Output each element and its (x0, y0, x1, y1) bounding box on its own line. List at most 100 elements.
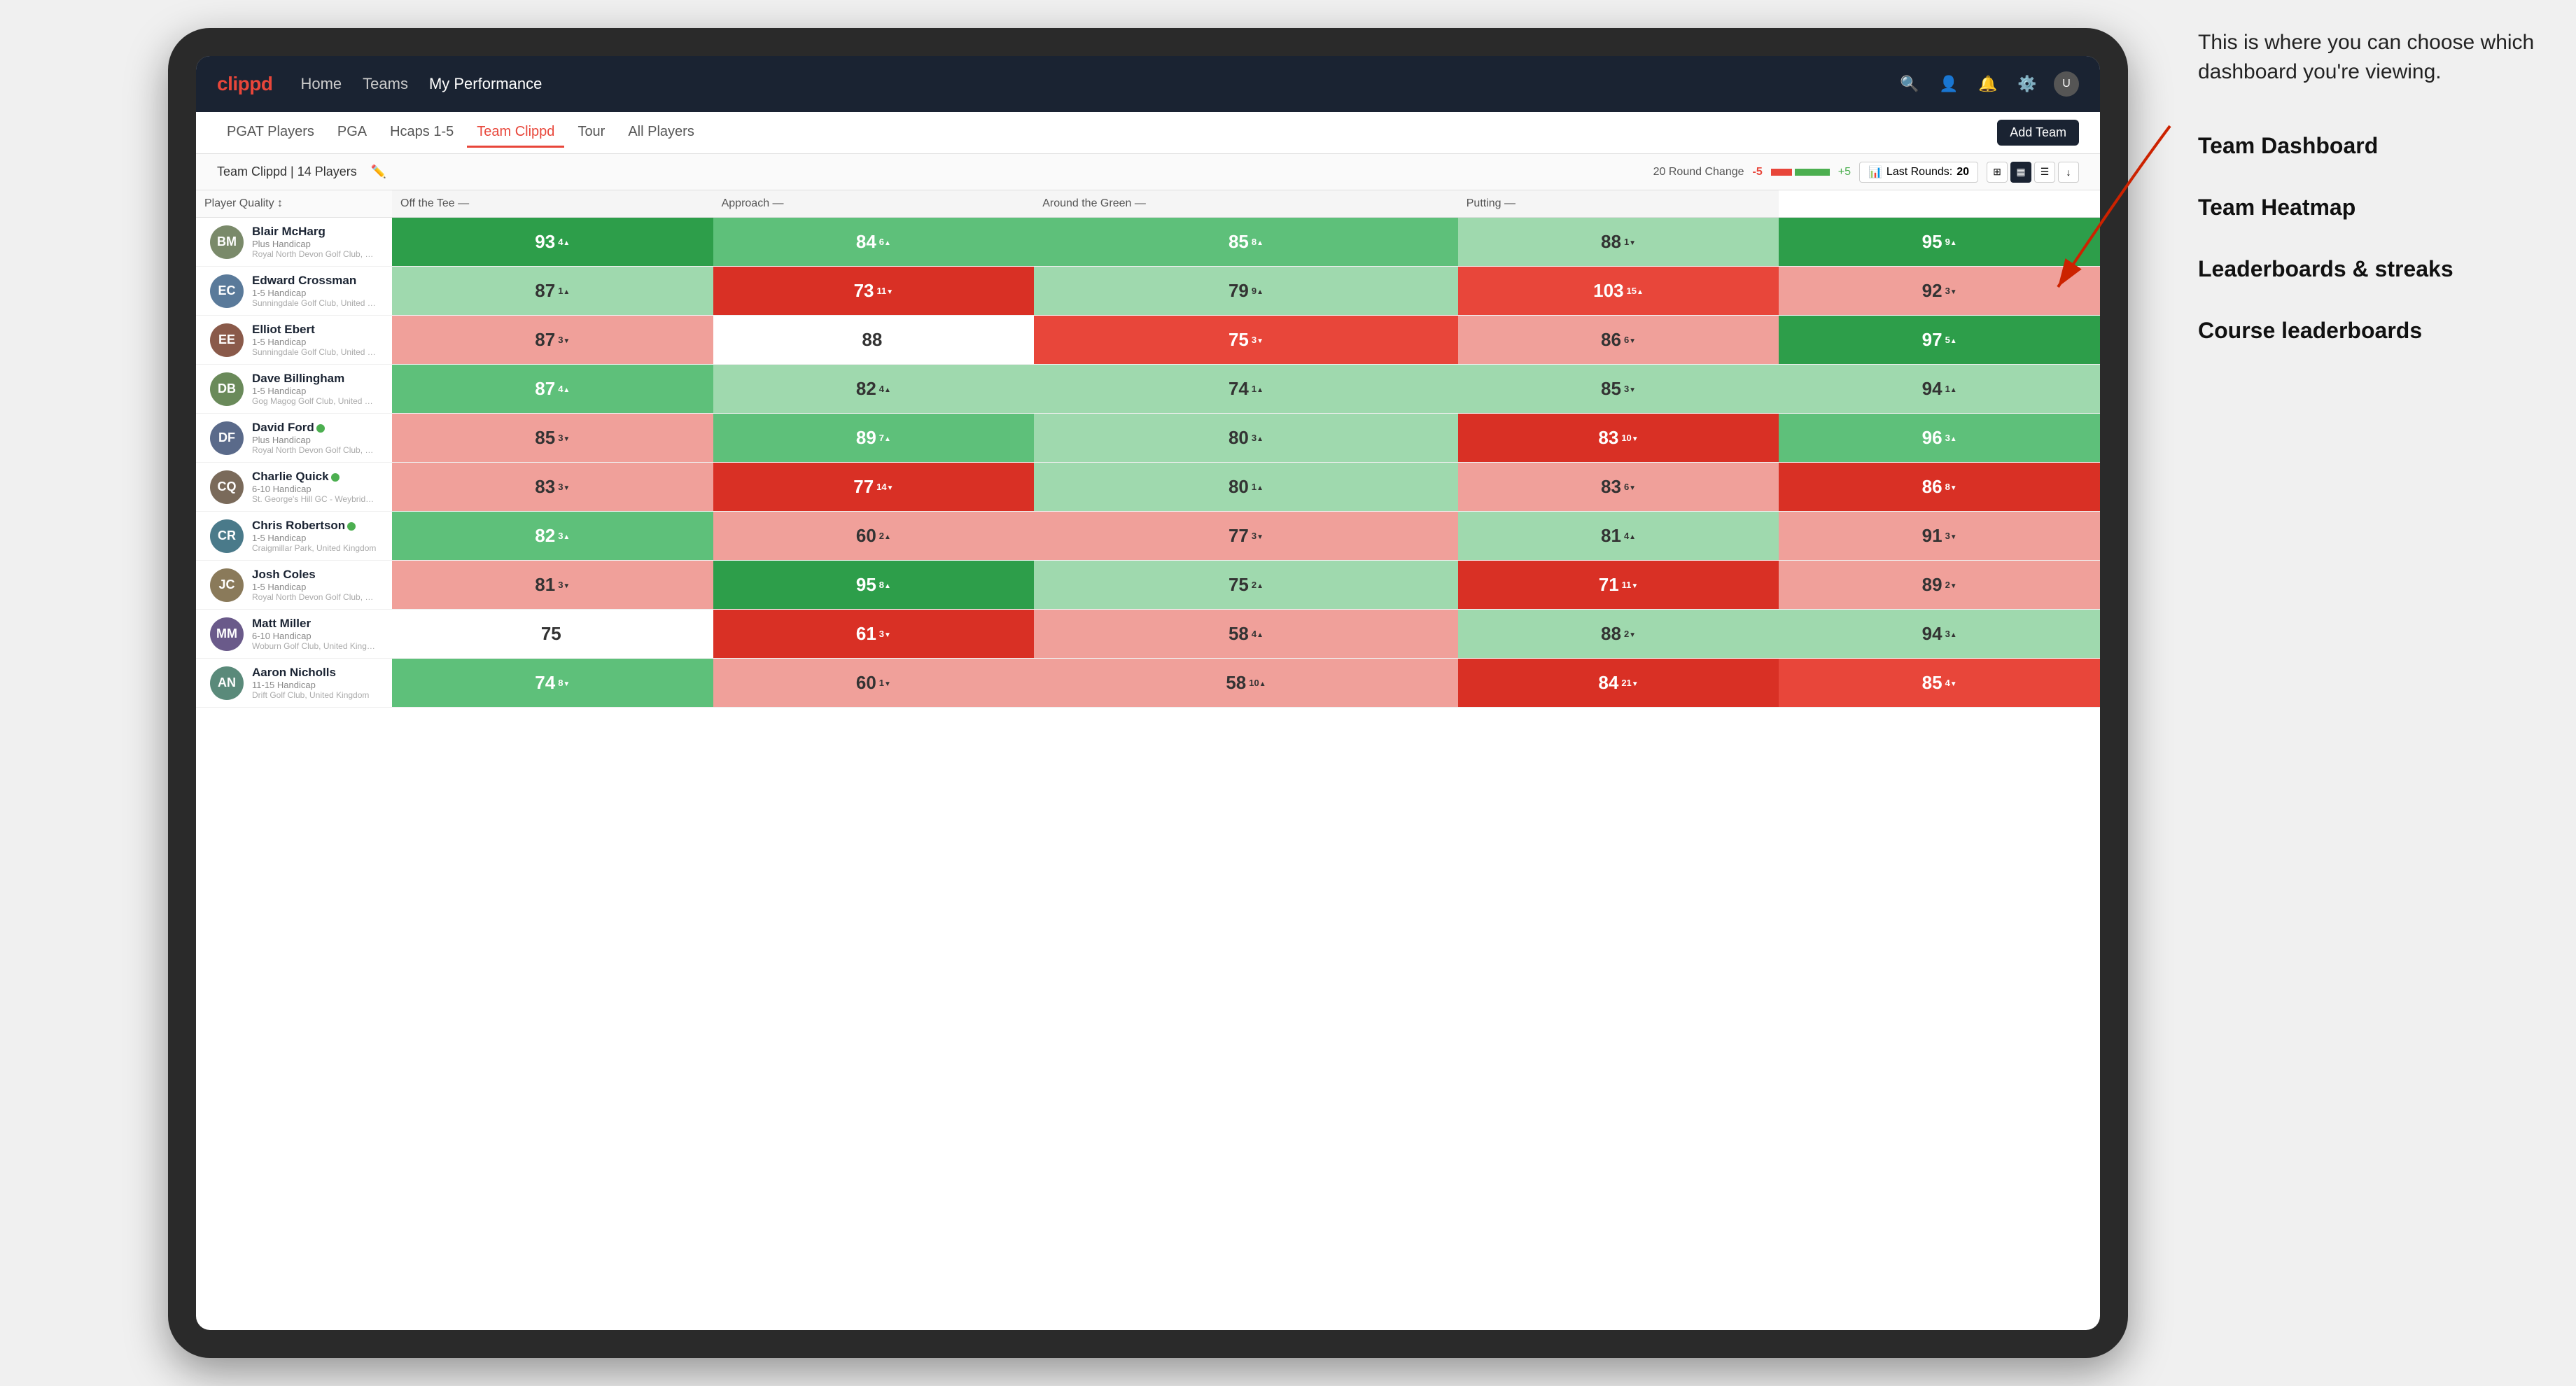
subnav-links: PGAT Players PGA Hcaps 1-5 Team Clippd T… (217, 118, 1997, 148)
table-body: BM Blair McHarg Plus Handicap Royal Nort… (196, 218, 2100, 708)
table-row: DF David Ford Plus Handicap Royal North … (196, 414, 2100, 463)
score-cell-off_tee: 84 6▲ (713, 218, 1035, 267)
player-cell[interactable]: MM Matt Miller 6-10 Handicap Woburn Golf… (196, 610, 392, 659)
col-around-green: Around the Green — (1034, 190, 1458, 218)
player-cell[interactable]: CR Chris Robertson 1-5 Handicap Craigmil… (196, 512, 392, 561)
score-cell-player_quality: 83 3▼ (392, 463, 713, 512)
col-approach: Approach — (713, 190, 1035, 218)
score-cell-player_quality: 75 (392, 610, 713, 659)
change-neg: -5 (1753, 166, 1763, 178)
score-cell-putting: 86 8▼ (1779, 463, 2100, 512)
score-cell-approach: 80 3▲ (1034, 414, 1458, 463)
score-cell-approach: 58 4▲ (1034, 610, 1458, 659)
col-off-tee: Off the Tee — (392, 190, 713, 218)
green-bar (1795, 169, 1830, 176)
player-cell[interactable]: AN Aaron Nicholls 11-15 Handicap Drift G… (196, 659, 392, 708)
player-table-container: Player Quality ↕ Off the Tee — Approach … (196, 190, 2100, 1330)
score-cell-approach: 85 8▲ (1034, 218, 1458, 267)
score-cell-putting: 92 3▼ (1779, 267, 2100, 316)
annotation-item-1: Team Dashboard (2198, 129, 2562, 162)
score-cell-off_tee: 60 2▲ (713, 512, 1035, 561)
player-cell[interactable]: EC Edward Crossman 1-5 Handicap Sunningd… (196, 267, 392, 316)
player-cell[interactable]: JC Josh Coles 1-5 Handicap Royal North D… (196, 561, 392, 610)
edit-team-icon[interactable]: ✏️ (371, 164, 386, 179)
settings-icon[interactable]: ⚙️ (2015, 71, 2040, 97)
bell-icon[interactable]: 🔔 (1975, 71, 2001, 97)
score-cell-around_green: 88 2▼ (1458, 610, 1779, 659)
subnav-all-players[interactable]: All Players (618, 118, 704, 148)
subnav-hcaps[interactable]: Hcaps 1-5 (380, 118, 463, 148)
annotation-item-2: Team Heatmap (2198, 190, 2562, 224)
table-header-row: Player Quality ↕ Off the Tee — Approach … (196, 190, 2100, 218)
score-cell-approach: 75 2▲ (1034, 561, 1458, 610)
tablet-screen: clippd Home Teams My Performance 🔍 👤 🔔 ⚙… (196, 56, 2100, 1330)
nav-home[interactable]: Home (300, 71, 342, 97)
subnav-tour[interactable]: Tour (568, 118, 615, 148)
score-cell-approach: 77 3▼ (1034, 512, 1458, 561)
person-icon[interactable]: 👤 (1936, 71, 1961, 97)
score-cell-player_quality: 87 4▲ (392, 365, 713, 414)
team-name-label: Team Clippd | 14 Players (217, 164, 357, 179)
player-cell[interactable]: DB Dave Billingham 1-5 Handicap Gog Mago… (196, 365, 392, 414)
heatmap-view-button[interactable]: ▦ (2010, 162, 2031, 183)
subnav: PGAT Players PGA Hcaps 1-5 Team Clippd T… (196, 112, 2100, 154)
app-logo: clippd (217, 73, 272, 95)
nav-icons: 🔍 👤 🔔 ⚙️ U (1897, 71, 2079, 97)
add-team-button[interactable]: Add Team (1997, 120, 2079, 146)
player-cell[interactable]: EE Elliot Ebert 1-5 Handicap Sunningdale… (196, 316, 392, 365)
annotation-item-4: Course leaderboards (2198, 314, 2562, 347)
score-cell-putting: 96 3▲ (1779, 414, 2100, 463)
score-cell-putting: 89 2▼ (1779, 561, 2100, 610)
table-row: JC Josh Coles 1-5 Handicap Royal North D… (196, 561, 2100, 610)
score-cell-player_quality: 82 3▲ (392, 512, 713, 561)
score-cell-player_quality: 85 3▼ (392, 414, 713, 463)
table-row: EC Edward Crossman 1-5 Handicap Sunningd… (196, 267, 2100, 316)
score-cell-around_green: 88 1▼ (1458, 218, 1779, 267)
annotation-area: This is where you can choose which dashb… (2198, 28, 2562, 375)
col-putting: Putting — (1458, 190, 1779, 218)
player-cell[interactable]: BM Blair McHarg Plus Handicap Royal Nort… (196, 218, 392, 267)
score-cell-player_quality: 81 3▼ (392, 561, 713, 610)
score-cell-approach: 80 1▲ (1034, 463, 1458, 512)
score-cell-off_tee: 60 1▼ (713, 659, 1035, 708)
subnav-team-clippd[interactable]: Team Clippd (467, 118, 564, 148)
nav-my-performance[interactable]: My Performance (429, 71, 542, 97)
score-cell-putting: 91 3▼ (1779, 512, 2100, 561)
grid-view-button[interactable]: ⊞ (1987, 162, 2008, 183)
table-row: AN Aaron Nicholls 11-15 Handicap Drift G… (196, 659, 2100, 708)
score-cell-off_tee: 88 (713, 316, 1035, 365)
score-cell-player_quality: 87 1▲ (392, 267, 713, 316)
score-cell-off_tee: 73 11▼ (713, 267, 1035, 316)
score-cell-around_green: 81 4▲ (1458, 512, 1779, 561)
score-cell-putting: 94 3▲ (1779, 610, 2100, 659)
round-change-info: 20 Round Change -5 +5 📊 Last Rounds: 20 … (1653, 162, 2079, 183)
download-button[interactable]: ↓ (2058, 162, 2079, 183)
score-cell-around_green: 83 10▼ (1458, 414, 1779, 463)
annotation-item-3: Leaderboards & streaks (2198, 252, 2562, 286)
subnav-pgat[interactable]: PGAT Players (217, 118, 324, 148)
list-view-button[interactable]: ☰ (2034, 162, 2055, 183)
score-cell-putting: 95 9▲ (1779, 218, 2100, 267)
score-cell-approach: 58 10▲ (1034, 659, 1458, 708)
tablet-device: clippd Home Teams My Performance 🔍 👤 🔔 ⚙… (168, 28, 2128, 1358)
team-bar: Team Clippd | 14 Players ✏️ 20 Round Cha… (196, 154, 2100, 190)
subnav-pga[interactable]: PGA (328, 118, 377, 148)
score-cell-putting: 97 5▲ (1779, 316, 2100, 365)
avatar[interactable]: U (2054, 71, 2079, 97)
score-cell-player_quality: 74 8▼ (392, 659, 713, 708)
score-cell-player_quality: 93 4▲ (392, 218, 713, 267)
player-cell[interactable]: DF David Ford Plus Handicap Royal North … (196, 414, 392, 463)
player-table: Player Quality ↕ Off the Tee — Approach … (196, 190, 2100, 708)
nav-teams[interactable]: Teams (363, 71, 408, 97)
score-cell-off_tee: 82 4▲ (713, 365, 1035, 414)
player-cell[interactable]: CQ Charlie Quick 6-10 Handicap St. Georg… (196, 463, 392, 512)
nav-links: Home Teams My Performance (300, 71, 1897, 97)
last-rounds-button[interactable]: 📊 Last Rounds: 20 (1859, 162, 1978, 183)
view-icons: ⊞ ▦ ☰ ↓ (1987, 162, 2079, 183)
table-row: CR Chris Robertson 1-5 Handicap Craigmil… (196, 512, 2100, 561)
score-cell-around_green: 83 6▼ (1458, 463, 1779, 512)
annotation-text: This is where you can choose which dashb… (2198, 28, 2562, 87)
score-cell-off_tee: 61 3▼ (713, 610, 1035, 659)
score-cell-off_tee: 89 7▲ (713, 414, 1035, 463)
search-icon[interactable]: 🔍 (1897, 71, 1922, 97)
